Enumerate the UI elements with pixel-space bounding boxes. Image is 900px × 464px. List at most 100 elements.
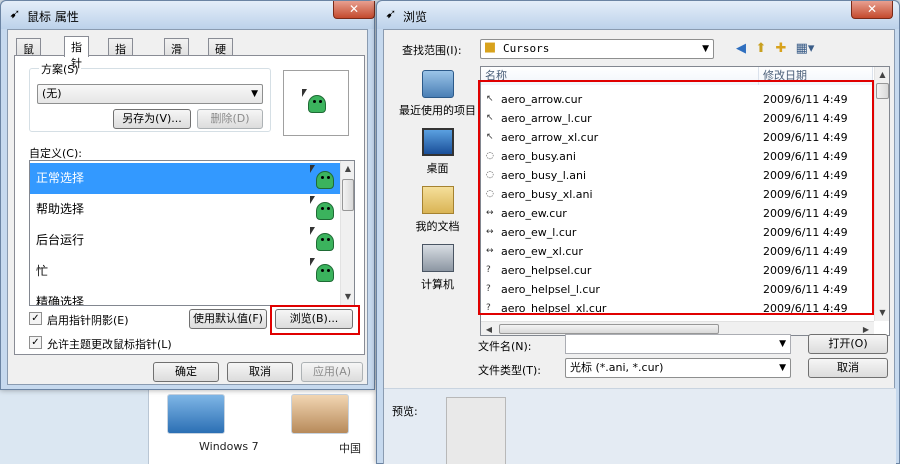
file-list-highlight-box	[478, 80, 874, 315]
place-label: 桌面	[426, 162, 449, 175]
tab-hardware[interactable]: 硬件	[208, 38, 233, 72]
hscrollbar-thumb[interactable]	[499, 324, 719, 334]
cursor-row-label: 正常选择	[36, 171, 85, 185]
theme-thumbnail-windows7[interactable]	[167, 394, 225, 434]
up-folder-icon[interactable]: ⬆	[752, 40, 770, 58]
desktop-icon	[421, 128, 454, 156]
cursor-row-working-background[interactable]: 后台运行	[30, 225, 344, 256]
dino-help-icon	[310, 196, 338, 222]
tab-pointer-options[interactable]: 指针选项	[108, 38, 133, 104]
dino-cursor-icon	[302, 89, 330, 115]
documents-icon	[421, 186, 454, 214]
browse-titlebar[interactable]: ➹ 浏览 ✕	[377, 1, 899, 29]
cursor-row-label: 后台运行	[36, 233, 85, 247]
mouse-properties-window: ➹ 鼠标 属性 ✕ 鼠标键 指针 指针选项 滑轮 硬件 方案(S) (无) ▼ …	[0, 0, 375, 390]
scroll-left-icon[interactable]: ◀	[481, 322, 497, 335]
tab-buttons[interactable]: 鼠标键	[16, 38, 41, 88]
place-recent-items[interactable]: 最近使用的项目	[390, 70, 485, 118]
place-computer[interactable]: 计算机	[390, 244, 485, 292]
ok-button[interactable]: 确定	[153, 362, 219, 382]
background-window: Windows 7 中国	[148, 380, 388, 464]
chevron-down-icon: ▼	[702, 44, 709, 54]
cancel-button[interactable]: 取消	[227, 362, 293, 382]
browse-client: 查找范围(I): ■ Cursors ▼ ◀ ⬆ ✚ ▦▾ 最近使用的项目 桌面…	[383, 29, 896, 464]
chevron-down-icon: ▼	[779, 363, 786, 373]
apply-button: 应用(A)	[301, 362, 363, 382]
cursor-row-busy[interactable]: 忙	[30, 256, 344, 287]
pointers-panel: 方案(S) (无) ▼ 另存为(V)... 删除(D) 自定义(C): 正常选择	[14, 55, 365, 355]
back-icon[interactable]: ◀	[732, 40, 750, 58]
look-in-value: Cursors	[503, 42, 550, 55]
scheme-select-value: (无)	[42, 87, 62, 100]
pointer-shadow-checkbox[interactable]: ✓	[29, 312, 42, 325]
customize-label: 自定义(C):	[29, 147, 82, 160]
theme-thumbnail-china[interactable]	[291, 394, 349, 434]
pointer-shadow-label: 启用指针阴影(E)	[47, 314, 129, 327]
browse-cancel-button[interactable]: 取消	[808, 358, 888, 378]
open-button[interactable]: 打开(O)	[808, 334, 888, 354]
file-list-vscrollbar[interactable]: ▲ ▼	[874, 67, 889, 321]
dino-working-icon	[310, 227, 338, 253]
cursor-preview	[283, 70, 349, 136]
preview-box	[446, 397, 506, 464]
place-label: 计算机	[421, 278, 454, 291]
place-label: 我的文档	[415, 220, 460, 233]
cursor-row-normal-select[interactable]: 正常选择	[30, 163, 344, 194]
preview-area: 预览:	[384, 388, 896, 464]
chevron-down-icon: ▼	[251, 89, 258, 99]
scroll-up-icon[interactable]: ▲	[341, 161, 354, 177]
scroll-down-icon[interactable]: ▼	[875, 305, 889, 321]
cursor-row-label: 精确选择	[36, 295, 85, 306]
cursor-row-precision-select[interactable]: 精确选择	[30, 287, 344, 306]
cursor-list-scrollbar[interactable]: ▲ ▼	[340, 161, 354, 305]
place-desktop[interactable]: 桌面	[390, 128, 485, 176]
scrollbar-thumb[interactable]	[342, 179, 354, 211]
mouse-cursor-icon: ➹	[9, 7, 21, 22]
scheme-select[interactable]: (无) ▼	[37, 84, 263, 104]
theme-pointers-checkbox[interactable]: ✓	[29, 336, 42, 349]
place-label: 最近使用的项目	[399, 104, 476, 117]
preview-label: 预览:	[392, 405, 418, 418]
chevron-down-icon: ▼	[779, 339, 786, 349]
mouse-properties-title: 鼠标 属性	[27, 10, 79, 24]
new-folder-icon[interactable]: ✚	[772, 40, 790, 58]
cursor-row-help-select[interactable]: 帮助选择	[30, 194, 344, 225]
cursor-row-label: 帮助选择	[36, 202, 85, 216]
cursor-list[interactable]: 正常选择 帮助选择 后台运行 忙 精确选择 ▲ ▼	[29, 160, 355, 306]
theme-label-china: 中国	[339, 442, 361, 455]
scroll-down-icon[interactable]: ▼	[341, 289, 354, 305]
close-button[interactable]: ✕	[333, 1, 375, 19]
dino-busy-icon	[310, 258, 338, 284]
theme-pointers-label: 允许主题更改鼠标指针(L)	[47, 338, 172, 351]
look-in-label: 查找范围(I):	[402, 44, 462, 57]
tab-pointers[interactable]: 指针	[64, 36, 89, 70]
use-default-button[interactable]: 使用默认值(F)	[189, 309, 267, 329]
computer-icon	[421, 244, 454, 272]
mouse-properties-client: 鼠标键 指针 指针选项 滑轮 硬件 方案(S) (无) ▼ 另存为(V)... …	[7, 29, 368, 385]
browse-title: 浏览	[403, 10, 428, 24]
scroll-up-icon[interactable]: ▲	[875, 67, 889, 83]
view-menu-icon[interactable]: ▦▾	[792, 40, 818, 58]
mouse-cursor-icon: ➹	[385, 7, 397, 22]
save-as-button[interactable]: 另存为(V)...	[113, 109, 191, 129]
recent-items-icon	[421, 70, 454, 98]
dino-cursor-icon	[310, 165, 338, 191]
mouse-properties-titlebar[interactable]: ➹ 鼠标 属性 ✕	[1, 1, 375, 29]
filename-label: 文件名(N):	[478, 340, 532, 353]
browse-highlight-box	[270, 305, 360, 335]
places-bar: 最近使用的项目 桌面 我的文档 计算机	[390, 66, 485, 306]
cursor-row-label: 忙	[36, 264, 49, 278]
browse-close-button[interactable]: ✕	[851, 1, 893, 19]
scrollbar-thumb[interactable]	[876, 83, 889, 99]
place-documents[interactable]: 我的文档	[390, 186, 485, 234]
filetype-value: 光标 (*.ani, *.cur)	[570, 361, 664, 374]
tab-wheel[interactable]: 滑轮	[164, 38, 189, 72]
theme-label-windows7: Windows 7	[199, 440, 259, 453]
filetype-label: 文件类型(T):	[478, 364, 542, 377]
look-in-select[interactable]: ■ Cursors ▼	[480, 39, 714, 59]
filename-input[interactable]: ▼	[565, 334, 791, 354]
delete-button: 删除(D)	[197, 109, 263, 129]
filetype-select[interactable]: 光标 (*.ani, *.cur) ▼	[565, 358, 791, 378]
browse-window: ➹ 浏览 ✕ 查找范围(I): ■ Cursors ▼ ◀ ⬆ ✚ ▦▾ 最近使…	[376, 0, 900, 464]
folder-icon: ■	[483, 40, 497, 55]
